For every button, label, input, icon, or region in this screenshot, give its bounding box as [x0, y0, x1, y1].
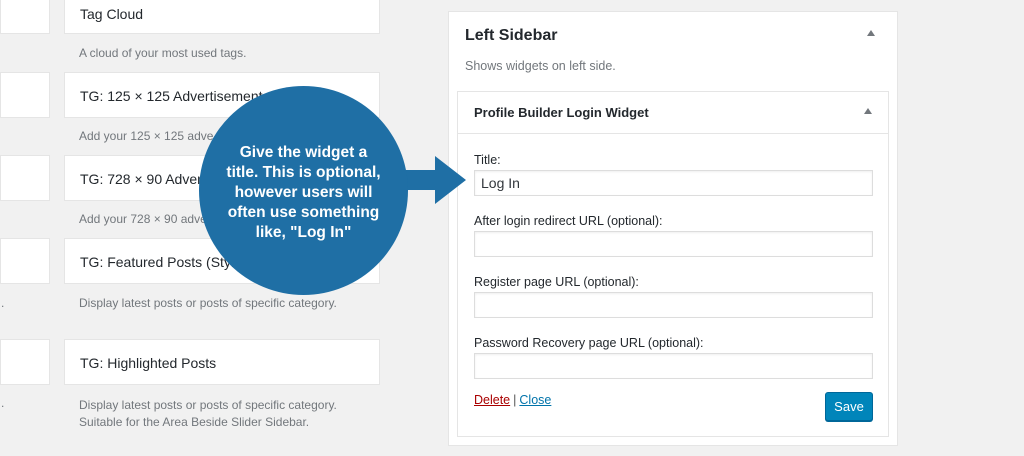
widget-description: Add your 125 × 125 adve — [79, 129, 214, 143]
widget-title: TG: 125 × 125 Advertisement — [80, 88, 263, 104]
partial-widget-2[interactable] — [0, 72, 50, 118]
callout-text: Give the widget a title. This is optiona… — [212, 143, 395, 243]
save-button[interactable]: Save — [825, 392, 873, 421]
callout-line: title. This is optional, — [226, 164, 381, 181]
redirect-url-label: After login redirect URL (optional): — [474, 214, 663, 228]
title-input[interactable] — [474, 170, 873, 196]
left-edge-mark: . — [1, 296, 5, 310]
partial-widget-3[interactable] — [0, 155, 50, 201]
sidebar-title[interactable]: Left Sidebar — [465, 27, 557, 45]
link-separator: | — [513, 393, 517, 407]
left-edge-mark: . — [1, 396, 5, 410]
widget-title: TG: 728 × 90 Adverti — [80, 171, 209, 187]
widget-description: Suitable for the Area Beside Slider Side… — [79, 415, 310, 429]
widget-title: Profile Builder Login Widget — [474, 105, 649, 120]
title-label: Title: — [474, 153, 501, 167]
profile-builder-login-widget: Profile Builder Login Widget — [457, 91, 889, 437]
callout-line: often use something — [227, 204, 380, 221]
partial-widget-4[interactable] — [0, 238, 50, 284]
widget-title: Tag Cloud — [80, 6, 144, 22]
available-widget-tag-cloud[interactable]: Tag Cloud — [64, 0, 380, 34]
partial-widget-5[interactable] — [0, 339, 50, 385]
available-widget-highlighted-posts[interactable]: TG: Highlighted Posts — [64, 339, 380, 385]
close-link[interactable]: Close — [519, 393, 551, 407]
widget-description: A cloud of your most used tags. — [79, 46, 247, 60]
collapse-arrow-icon[interactable] — [864, 108, 872, 114]
widget-title: TG: Highlighted Posts — [80, 355, 217, 371]
collapse-arrow-icon[interactable] — [867, 30, 875, 36]
partial-widget-1[interactable] — [0, 0, 50, 34]
password-recovery-url-label: Password Recovery page URL (optional): — [474, 336, 704, 350]
widget-header[interactable]: Profile Builder Login Widget — [458, 92, 888, 134]
register-url-label: Register page URL (optional): — [474, 275, 639, 289]
widget-description: Display latest posts or posts of specifi… — [79, 296, 337, 310]
sidebar-description: Shows widgets on left side. — [465, 59, 616, 73]
callout-line: like, "Log In" — [255, 224, 352, 241]
callout-line: Give the widget a — [239, 144, 368, 161]
redirect-url-input[interactable] — [474, 231, 873, 257]
password-recovery-url-input[interactable] — [474, 353, 873, 379]
delete-link[interactable]: Delete — [474, 393, 510, 407]
callout-line: however users will — [234, 184, 373, 201]
widget-description: Add your 728 × 90 adve — [79, 212, 207, 226]
widget-control-links: Delete | Close — [474, 393, 551, 407]
register-url-input[interactable] — [474, 292, 873, 318]
